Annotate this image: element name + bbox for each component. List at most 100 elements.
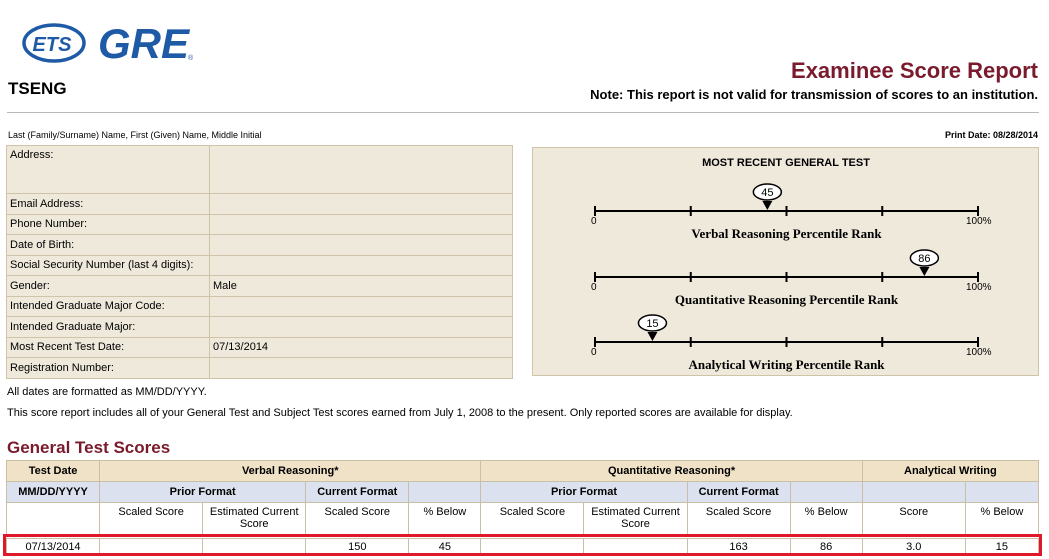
- scale-min-label: 0: [591, 347, 597, 358]
- info-value: [209, 213, 513, 235]
- col-subgroup-verbal-current: Current Format: [305, 481, 410, 503]
- col-subgroup-quant-current: Current Format: [686, 481, 791, 503]
- col-header-quant-current-scaled: Scaled Score: [686, 502, 791, 535]
- cell-quant-prior-estimated: [583, 538, 688, 556]
- col-header-writing-score: Score: [861, 502, 966, 535]
- scale-title: Verbal Reasoning Percentile Rank: [691, 226, 882, 241]
- cell-verbal-pct-below: 45: [408, 538, 482, 556]
- ets-gre-logo: ETS GRE ®: [22, 18, 202, 67]
- col-group-writing: Analytical Writing: [861, 460, 1040, 482]
- gre-wordmark: GRE: [98, 20, 191, 66]
- info-value: [209, 316, 513, 338]
- percentile-rank-panel: MOST RECENT GENERAL TEST 0 100% Verbal Rea…: [532, 147, 1039, 376]
- col-header-verbal-pct-below: % Below: [408, 502, 482, 535]
- info-value: [209, 145, 513, 194]
- info-label: Date of Birth:: [6, 234, 210, 256]
- col-header-quant-prior-estimated: Estimated Current Score: [583, 502, 688, 535]
- info-row: Registration Number:: [6, 357, 513, 379]
- col-group-verbal: Verbal Reasoning*: [99, 460, 482, 482]
- general-test-scores-table: Test Date Verbal Reasoning* Quantitative…: [5, 460, 1040, 556]
- cell-test-date: 07/13/2014: [5, 538, 101, 556]
- info-label: Gender:: [6, 275, 210, 297]
- col-subgroup-blank: [789, 481, 863, 503]
- cell-quant-current-scaled: 163: [686, 538, 791, 556]
- info-row: Intended Graduate Major Code:: [6, 295, 513, 317]
- col-subgroup-blank: [861, 481, 966, 503]
- info-row: Phone Number:: [6, 213, 513, 235]
- percentile-marker-pointer: [647, 332, 658, 341]
- info-label: Intended Graduate Major Code:: [6, 295, 210, 317]
- info-row: Gender: Male: [6, 275, 513, 297]
- info-value: [209, 234, 513, 256]
- col-header-quant-pct-below: % Below: [789, 502, 863, 535]
- info-row: Date of Birth:: [6, 234, 513, 256]
- date-format-note: All dates are formatted as MM/DD/YYYY.: [7, 386, 207, 398]
- col-header-verbal-prior-scaled: Scaled Score: [99, 502, 204, 535]
- ets-wordmark: ETS: [33, 34, 73, 56]
- info-row: Most Recent Test Date: 07/13/2014: [6, 336, 513, 358]
- print-date: Print Date: 08/28/2014: [944, 130, 1038, 140]
- name-caption: Last (Family/Surname) Name, First (Given…: [8, 130, 262, 140]
- col-header-empty: [5, 502, 101, 535]
- col-header-quant-prior-scaled: Scaled Score: [480, 502, 585, 535]
- registered-mark: ®: [188, 54, 194, 62]
- col-subgroup-verbal-prior: Prior Format: [99, 481, 307, 503]
- info-row: Intended Graduate Major:: [6, 316, 513, 338]
- info-row: Social Security Number (last 4 digits):: [6, 254, 513, 276]
- col-subgroup-date-format: MM/DD/YYYY: [5, 481, 101, 503]
- col-subgroup-blank: [964, 481, 1040, 503]
- examinee-name: TSENG: [8, 79, 67, 98]
- cell-writing-pct-below: 15: [964, 538, 1040, 556]
- col-subgroup-blank: [408, 481, 482, 503]
- info-value: [209, 357, 513, 379]
- col-header-verbal-prior-estimated: Estimated Current Score: [202, 502, 307, 535]
- info-value: Male: [209, 275, 513, 297]
- cell-verbal-current-scaled: 150: [305, 538, 410, 556]
- info-value: 07/13/2014: [209, 336, 513, 358]
- scale-max-label: 100%: [966, 216, 992, 227]
- percentile-marker-value: 86: [918, 253, 930, 265]
- info-row: Email Address:: [6, 193, 513, 215]
- percentile-marker-pointer: [919, 267, 930, 276]
- info-value: [209, 254, 513, 276]
- scale-min-label: 0: [591, 216, 597, 227]
- cell-writing-score: 3.0: [861, 538, 966, 556]
- report-title: Examinee Score Report: [791, 58, 1038, 83]
- info-label: Intended Graduate Major:: [6, 316, 210, 338]
- col-group-test-date: Test Date: [5, 460, 101, 482]
- info-label: Phone Number:: [6, 213, 210, 235]
- cell-verbal-prior-scaled: [99, 538, 204, 556]
- col-header-writing-pct-below: % Below: [964, 502, 1040, 535]
- col-header-verbal-current-scaled: Scaled Score: [305, 502, 410, 535]
- cell-quant-prior-scaled: [480, 538, 585, 556]
- percentile-panel-title: MOST RECENT GENERAL TEST: [702, 157, 870, 169]
- percentile-marker-value: 15: [646, 318, 658, 330]
- info-value: [209, 193, 513, 215]
- examinee-info-table: Address: Email Address: Phone Number: Date …: [6, 145, 513, 379]
- info-label: Most Recent Test Date:: [6, 336, 210, 358]
- general-test-scores-title: General Test Scores: [7, 438, 171, 457]
- score-scope-note: This score report includes all of your G…: [7, 407, 793, 419]
- cell-verbal-prior-estimated: [202, 538, 307, 556]
- report-note: Note: This report is not valid for trans…: [590, 87, 1038, 102]
- col-subgroup-quant-prior: Prior Format: [480, 481, 688, 503]
- col-group-quant: Quantitative Reasoning*: [480, 460, 863, 482]
- header-divider: [7, 112, 1039, 113]
- info-row: Address:: [6, 145, 513, 194]
- scale-title: Quantitative Reasoning Percentile Rank: [675, 292, 899, 307]
- cell-quant-pct-below: 86: [789, 538, 863, 556]
- percentile-marker-value: 45: [761, 187, 773, 199]
- info-label: Email Address:: [6, 193, 210, 215]
- scale-max-label: 100%: [966, 282, 992, 293]
- ets-logo-icon: ETS GRE ®: [22, 20, 194, 67]
- info-label: Address:: [6, 145, 210, 194]
- scale-min-label: 0: [591, 282, 597, 293]
- percentile-rank-chart: MOST RECENT GENERAL TEST 0 100% Verbal Rea…: [591, 157, 992, 372]
- scale-max-label: 100%: [966, 347, 992, 358]
- table-row: 07/13/2014 150 45 163 86 3.0 15: [5, 538, 1040, 556]
- info-label: Social Security Number (last 4 digits):: [6, 254, 210, 276]
- info-label: Registration Number:: [6, 357, 210, 379]
- percentile-marker-pointer: [762, 201, 773, 210]
- scale-title: Analytical Writing Percentile Rank: [688, 357, 885, 372]
- info-value: [209, 295, 513, 317]
